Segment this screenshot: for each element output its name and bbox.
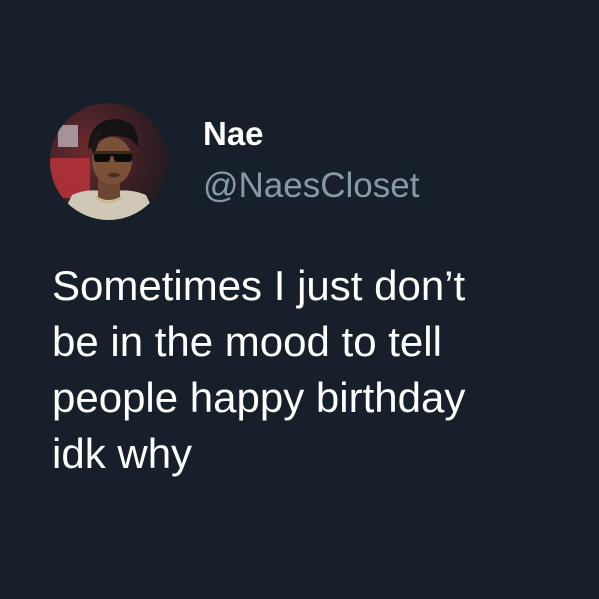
tweet-text-line: people happy birthday	[52, 374, 466, 421]
tweet-text: Sometimes I just don’t be in the mood to…	[52, 258, 582, 482]
tweet-text-line: idk why	[52, 430, 193, 477]
tweet-text-line: be in the mood to tell	[52, 318, 442, 365]
avatar-photo-icon	[50, 103, 167, 220]
display-name[interactable]: Nae	[203, 112, 264, 156]
profile-avatar[interactable]	[50, 103, 167, 220]
tweet-card: Nae @NaesCloset Sometimes I just don’t b…	[0, 0, 599, 599]
tweet-text-line: Sometimes I just don’t	[52, 262, 466, 309]
user-handle[interactable]: @NaesCloset	[203, 163, 419, 209]
